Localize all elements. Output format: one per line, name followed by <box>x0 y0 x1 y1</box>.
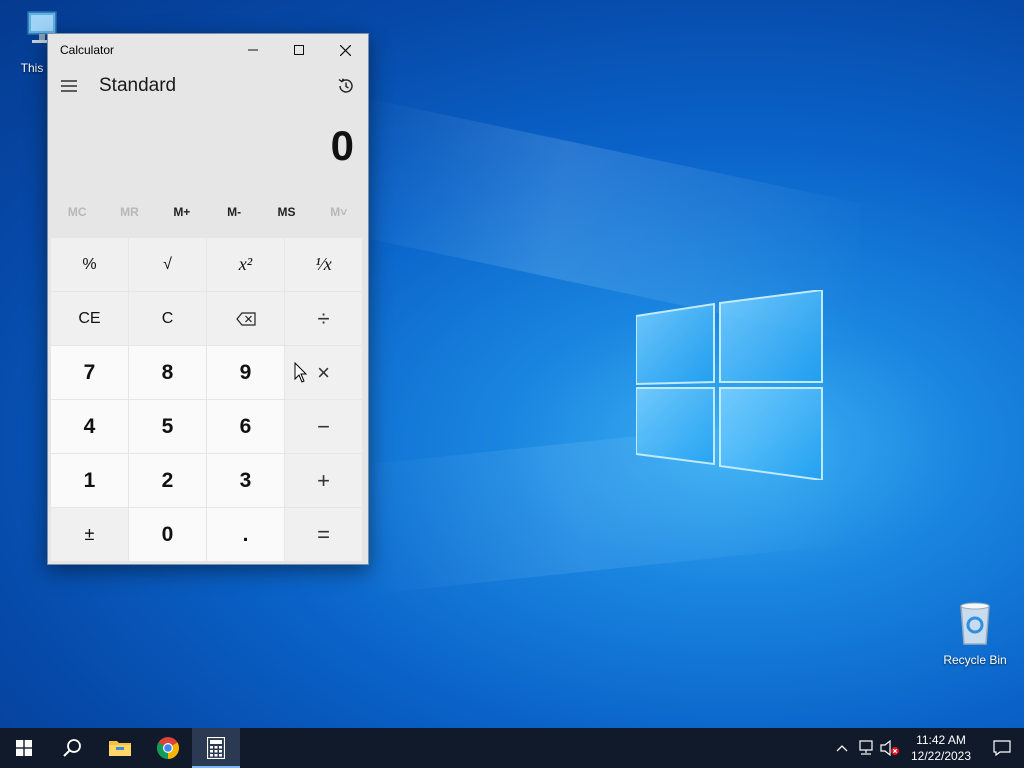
digit-4-button[interactable]: 4 <box>51 400 128 453</box>
calculator-icon <box>207 737 225 759</box>
action-center-button[interactable] <box>980 728 1024 768</box>
calculator-taskbar-button[interactable] <box>192 728 240 768</box>
digit-1-button[interactable]: 1 <box>51 454 128 507</box>
subtract-button[interactable]: − <box>285 400 362 453</box>
volume-muted-icon <box>880 740 899 756</box>
clock-time: 11:42 AM <box>916 733 966 747</box>
digit-6-button[interactable]: 6 <box>207 400 284 453</box>
memory-row: MC MR M+ M- MS M˅ <box>48 196 368 228</box>
square-root-button[interactable]: √ <box>129 238 206 291</box>
backspace-icon <box>235 311 256 326</box>
recycle-bin-icon <box>960 602 990 645</box>
digit-8-button[interactable]: 8 <box>129 346 206 399</box>
reciprocal-button[interactable]: ¹⁄x <box>285 238 362 291</box>
digit-0-button[interactable]: 0 <box>129 508 206 561</box>
system-tray: 11:42 AM 12/22/2023 <box>830 728 1024 768</box>
clear-button[interactable]: C <box>129 292 206 345</box>
clock-date: 12/22/2023 <box>910 749 972 763</box>
notification-icon <box>993 740 1011 756</box>
chrome-button[interactable] <box>144 728 192 768</box>
close-icon <box>339 44 351 56</box>
mouse-cursor-icon <box>294 362 308 383</box>
digit-2-button[interactable]: 2 <box>129 454 206 507</box>
start-button[interactable] <box>0 728 48 768</box>
memory-subtract-button[interactable]: M- <box>208 205 260 219</box>
windows-logo-wallpaper <box>636 290 823 480</box>
memory-list-button[interactable]: M˅ <box>313 205 365 219</box>
square-button[interactable]: x² <box>207 238 284 291</box>
memory-store-button[interactable]: MS <box>260 205 312 219</box>
navigation-menu-button[interactable] <box>49 66 89 106</box>
result-display: 0 <box>330 122 354 169</box>
minimize-icon <box>248 49 258 51</box>
clear-entry-button[interactable]: CE <box>51 292 128 345</box>
maximize-button[interactable] <box>276 34 322 66</box>
search-button[interactable] <box>48 728 96 768</box>
mode-title: Standard <box>99 75 177 96</box>
memory-recall-button[interactable]: MR <box>103 205 155 219</box>
search-icon <box>63 739 81 757</box>
clock[interactable]: 11:42 AM 12/22/2023 <box>908 732 974 764</box>
taskbar: 11:42 AM 12/22/2023 <box>0 728 1024 768</box>
backspace-button[interactable] <box>207 292 284 345</box>
digit-7-button[interactable]: 7 <box>51 346 128 399</box>
network-icon <box>859 740 873 755</box>
divide-button[interactable]: ÷ <box>285 292 362 345</box>
add-button[interactable]: + <box>285 454 362 507</box>
decimal-button[interactable]: . <box>207 508 284 561</box>
calculator-window[interactable]: Calculator Standard 0 MC MR M+ M- MS M˅ … <box>47 33 369 565</box>
file-explorer-button[interactable] <box>96 728 144 768</box>
digit-9-button[interactable]: 9 <box>207 346 284 399</box>
chrome-icon <box>157 737 179 759</box>
close-button[interactable] <box>322 34 368 66</box>
volume-button[interactable] <box>878 728 902 768</box>
memory-clear-button[interactable]: MC <box>51 205 103 219</box>
digit-5-button[interactable]: 5 <box>129 400 206 453</box>
window-title: Calculator <box>60 43 115 57</box>
percent-button[interactable]: % <box>51 238 128 291</box>
negate-button[interactable]: ± <box>51 508 128 561</box>
start-icon <box>16 740 32 756</box>
digit-3-button[interactable]: 3 <box>207 454 284 507</box>
maximize-icon <box>294 45 304 55</box>
keypad: % √ x² ¹⁄x CE C ÷ 7 8 9 × 4 5 6 − 1 2 3 … <box>51 238 365 561</box>
equals-button[interactable]: = <box>285 508 362 561</box>
show-hidden-icons-button[interactable] <box>830 728 854 768</box>
chevron-up-icon <box>836 745 848 752</box>
calculator-header: Standard <box>48 66 368 106</box>
file-explorer-icon <box>109 741 131 756</box>
hamburger-icon <box>61 80 77 92</box>
memory-add-button[interactable]: M+ <box>156 205 208 219</box>
history-icon <box>338 78 353 93</box>
minimize-button[interactable] <box>230 34 276 66</box>
desktop-icon-recycle-bin[interactable]: Recycle Bin <box>937 600 1013 667</box>
history-button[interactable] <box>326 66 366 106</box>
title-bar[interactable]: Calculator <box>48 34 368 66</box>
network-button[interactable] <box>854 728 878 768</box>
desktop-icon-label: Recycle Bin <box>943 653 1007 667</box>
